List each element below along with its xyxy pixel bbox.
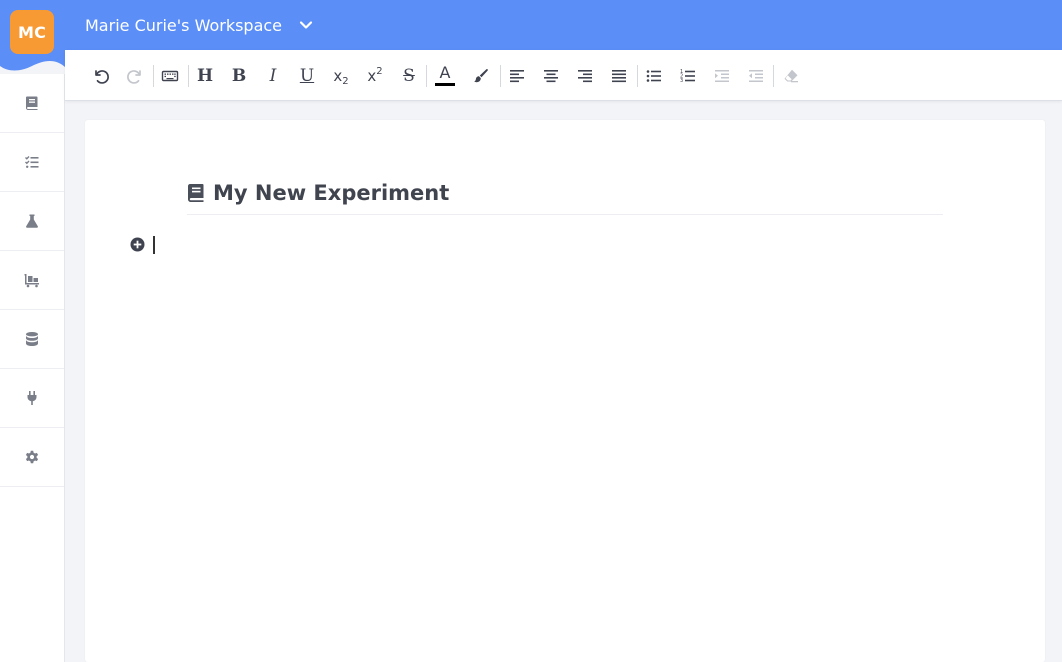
chevron-down-icon — [298, 17, 314, 33]
indent-button[interactable] — [709, 63, 735, 89]
indent-icon — [715, 70, 729, 82]
add-block-icon[interactable] — [130, 237, 145, 252]
sidebar-item-integrations[interactable] — [0, 369, 64, 428]
align-center-button[interactable] — [538, 63, 564, 89]
superscript-label: x — [367, 67, 377, 85]
database-icon — [26, 332, 38, 346]
sidebar-item-settings[interactable] — [0, 428, 64, 487]
numbered-list-icon: 123 — [680, 69, 695, 84]
numbered-list-button[interactable]: 123 — [675, 63, 701, 89]
sidebar-item-tasks[interactable] — [0, 133, 64, 192]
svg-text:3: 3 — [680, 78, 683, 84]
keyboard-icon — [161, 70, 179, 82]
top-bar: Marie Curie's Workspace — [0, 0, 1062, 50]
toolbar-divider — [773, 65, 774, 87]
sidebar-item-inventory[interactable] — [0, 251, 64, 310]
bulleted-list-button[interactable] — [641, 63, 667, 89]
align-center-icon — [544, 70, 558, 83]
plug-icon — [27, 391, 37, 405]
bold-button[interactable]: B — [226, 63, 252, 89]
flask-icon — [26, 214, 38, 228]
align-right-button[interactable] — [572, 63, 598, 89]
page-title: My New Experiment — [213, 181, 450, 205]
undo-button[interactable] — [88, 63, 114, 89]
notebook-icon — [26, 96, 38, 110]
align-left-icon — [510, 70, 524, 83]
text-cursor — [153, 236, 155, 254]
strikethrough-button[interactable]: S — [396, 63, 422, 89]
eraser-icon — [784, 69, 798, 83]
subscript-sub: 2 — [342, 75, 349, 87]
toolbar-divider — [426, 65, 427, 87]
redo-icon — [127, 70, 141, 84]
avatar-container: MC — [0, 0, 66, 74]
toolbar-divider — [153, 65, 154, 87]
subscript-label: x — [333, 67, 343, 85]
sidebar — [0, 74, 65, 662]
toolbar-divider — [188, 65, 189, 87]
toolbar-divider — [500, 65, 501, 87]
workspace-name: Marie Curie's Workspace — [85, 15, 283, 35]
editor-toolbar: H B I U x2 x2 S A 123 — [65, 50, 1062, 101]
undo-icon — [95, 70, 109, 84]
workspace-selector[interactable]: Marie Curie's Workspace — [85, 14, 314, 36]
superscript-button[interactable]: x2 — [362, 63, 388, 89]
font-color-label: A — [439, 62, 451, 82]
outdent-button[interactable] — [743, 63, 769, 89]
task-list-icon — [25, 156, 39, 168]
clear-formatting-button[interactable] — [778, 63, 804, 89]
toolbar-divider — [637, 65, 638, 87]
outdent-icon — [749, 70, 763, 82]
font-color-swatch — [435, 82, 455, 86]
inventory-cart-icon — [24, 274, 39, 288]
font-color-button[interactable]: A — [432, 63, 458, 89]
highlight-button[interactable] — [468, 63, 494, 89]
align-justify-button[interactable] — [606, 63, 632, 89]
paint-brush-icon — [474, 69, 488, 83]
sidebar-item-database[interactable] — [0, 310, 64, 369]
italic-button[interactable]: I — [260, 63, 286, 89]
align-left-button[interactable] — [504, 63, 530, 89]
align-justify-icon — [612, 70, 626, 83]
sidebar-item-notebooks[interactable] — [0, 74, 64, 133]
editor-canvas[interactable]: My New Experiment — [85, 120, 1045, 662]
document-title-row[interactable]: My New Experiment — [187, 176, 943, 215]
sidebar-item-experiments[interactable] — [0, 192, 64, 251]
gear-icon — [25, 450, 39, 464]
underline-button[interactable]: U — [294, 63, 320, 89]
redo-button[interactable] — [122, 63, 148, 89]
superscript-sup: 2 — [376, 65, 383, 77]
bulleted-list-icon — [646, 70, 661, 82]
avatar[interactable]: MC — [10, 10, 54, 54]
subscript-button[interactable]: x2 — [328, 63, 354, 89]
notebook-icon — [188, 184, 204, 202]
align-right-icon — [578, 70, 592, 83]
keyboard-button[interactable] — [157, 63, 183, 89]
heading-button[interactable]: H — [192, 63, 218, 89]
